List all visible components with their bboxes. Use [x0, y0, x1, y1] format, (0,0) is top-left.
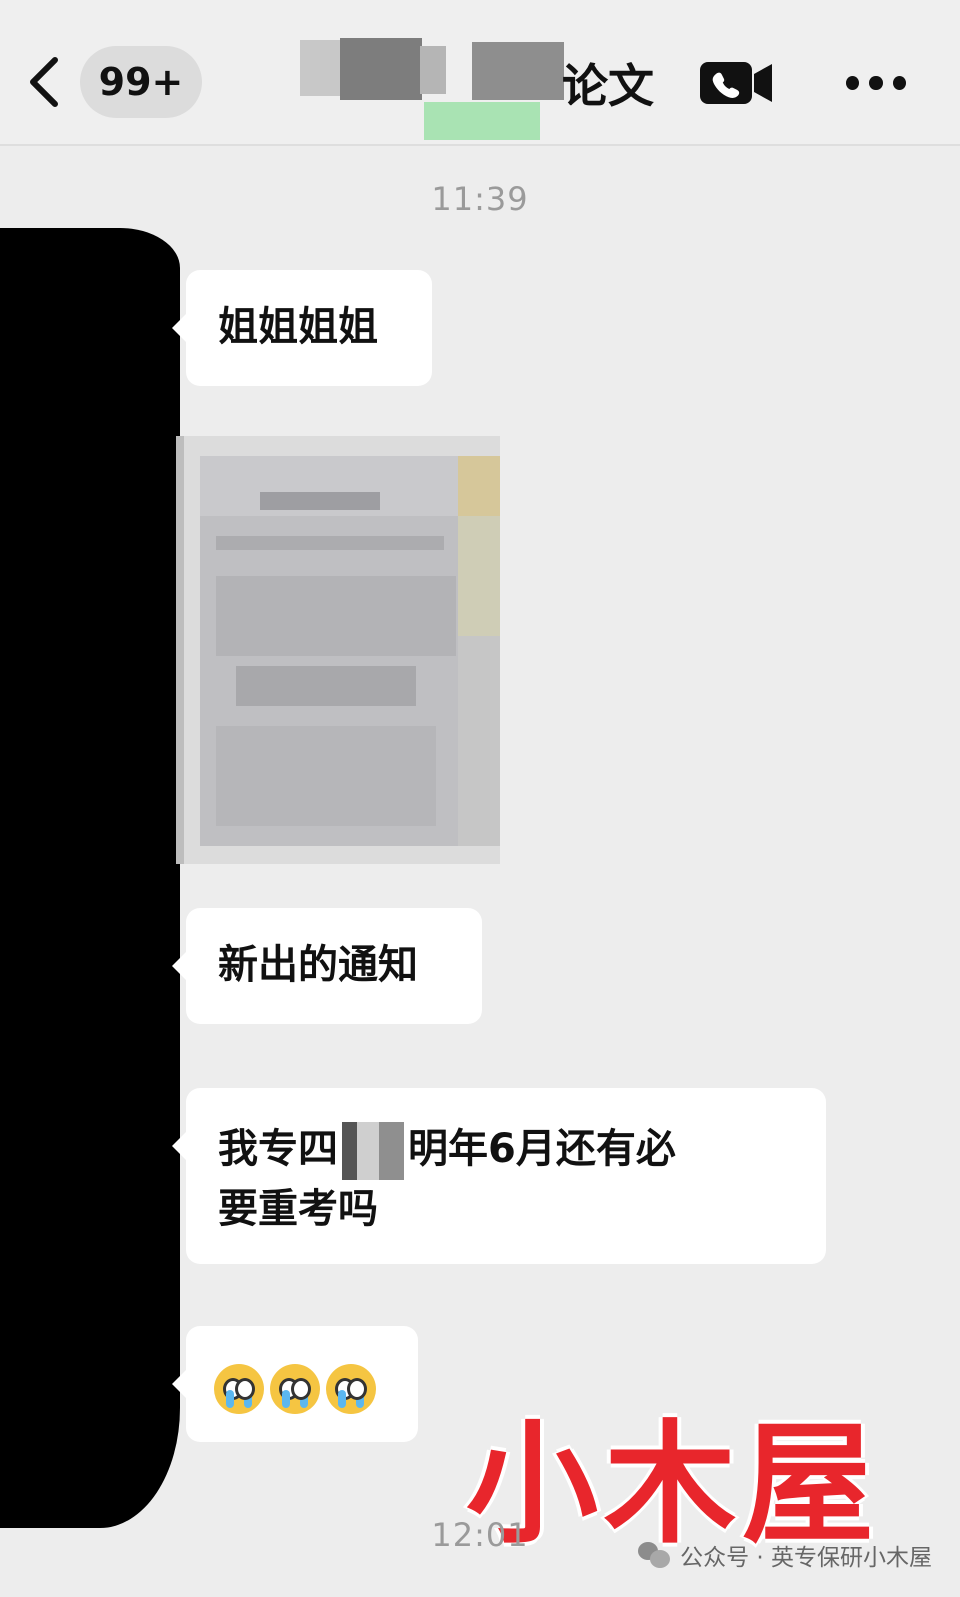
message-text: 我专四	[218, 1126, 338, 1172]
redacted-avatar-area	[0, 228, 180, 1528]
back-chevron-icon	[30, 57, 58, 107]
video-call-button[interactable]	[700, 56, 774, 110]
back-button[interactable]	[24, 52, 64, 112]
message-timestamp: 11:39	[431, 180, 529, 218]
redacted-title-part	[340, 38, 422, 100]
image-message[interactable]	[176, 436, 500, 864]
title-visible-text: 论文	[562, 59, 654, 113]
message-text: 要重考吗	[218, 1186, 378, 1232]
crying-face-emoji	[326, 1364, 376, 1414]
source-credit: 公众号 · 英专保研小木屋	[638, 1538, 932, 1572]
unread-count-badge[interactable]: 99+	[80, 46, 202, 118]
message-text: 新出的通知	[218, 942, 418, 988]
message-bubble[interactable]: 姐姐姐姐	[172, 270, 432, 386]
more-icon	[869, 76, 883, 90]
message-bubble[interactable]: 我专四 明年6月还有必 要重考吗	[172, 1088, 826, 1264]
more-icon	[846, 76, 860, 90]
more-button[interactable]	[846, 68, 906, 98]
wechat-icon	[638, 1542, 671, 1568]
video-call-icon	[700, 62, 772, 104]
message-text: 姐姐姐姐	[218, 304, 378, 350]
source-credit-text: 公众号 · 英专保研小木屋	[680, 1545, 932, 1571]
redacted-title-part	[420, 46, 446, 94]
redacted-text	[342, 1122, 404, 1180]
chat-title: 论文	[300, 20, 660, 140]
chat-header: 99+ 论文	[0, 0, 960, 146]
message-bubble[interactable]	[172, 1326, 418, 1442]
redacted-title-part	[472, 42, 564, 100]
crying-face-emoji	[270, 1364, 320, 1414]
message-text: 明年6月还有必	[408, 1126, 676, 1172]
message-bubble[interactable]: 新出的通知	[172, 908, 482, 1024]
pixelated-image	[176, 436, 500, 864]
crying-face-emoji	[214, 1364, 264, 1414]
redacted-title-part	[300, 40, 344, 96]
redacted-status	[424, 102, 540, 140]
more-icon	[892, 76, 906, 90]
